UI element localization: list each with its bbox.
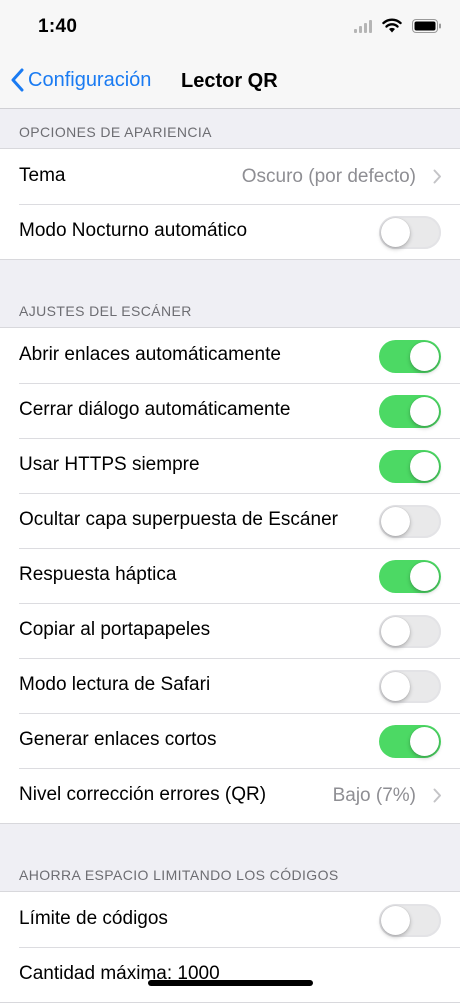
settings-group-code-limit: Límite de códigos Cantidad máxima: 1000 [0, 892, 460, 1003]
setting-row-always-https: Usar HTTPS siempre [0, 438, 460, 493]
battery-icon [412, 18, 442, 33]
toggle-knob [410, 562, 439, 591]
toggle-switch[interactable] [379, 904, 441, 937]
toggle-knob [410, 397, 439, 426]
setting-label: Nivel corrección errores (QR) [19, 784, 267, 805]
section-header-scanner: AJUSTES DEL ESCÁNER [0, 288, 460, 328]
toggle-switch[interactable] [379, 615, 441, 648]
home-indicator[interactable] [148, 980, 313, 986]
setting-row-hide-scanner-overlay: Ocultar capa superpuesta de Escáner [0, 493, 460, 548]
setting-label: Generar enlaces cortos [19, 729, 217, 750]
setting-row-auto-open-links: Abrir enlaces automáticamente [0, 328, 460, 383]
toggle-switch[interactable] [379, 725, 441, 758]
setting-label: Límite de códigos [19, 908, 168, 929]
status-bar: 1:40 [0, 0, 460, 56]
setting-row-theme[interactable]: Tema Oscuro (por defecto) [0, 149, 460, 204]
setting-label: Modo Nocturno automático [19, 220, 248, 241]
setting-row-safari-reader-mode: Modo lectura de Safari [0, 658, 460, 713]
chevron-left-icon [11, 68, 24, 92]
setting-label: Abrir enlaces automáticamente [19, 344, 281, 365]
setting-label: Tema [19, 165, 66, 186]
setting-row-haptic-feedback: Respuesta háptica [0, 548, 460, 603]
toggle-switch[interactable] [379, 560, 441, 593]
setting-label: Cerrar diálogo automáticamente [19, 399, 291, 420]
setting-label: Ocultar capa superpuesta de Escáner [19, 509, 338, 530]
setting-label: Respuesta háptica [19, 564, 177, 585]
toggle-knob [410, 452, 439, 481]
setting-value: Bajo (7%) [332, 785, 416, 806]
toggle-knob [381, 617, 410, 646]
toggle-switch[interactable] [379, 216, 441, 249]
toggle-switch[interactable] [379, 450, 441, 483]
setting-row-short-links: Generar enlaces cortos [0, 713, 460, 768]
setting-value: Oscuro (por defecto) [241, 166, 416, 187]
setting-row-code-limit: Límite de códigos [0, 892, 460, 947]
toggle-knob [381, 218, 410, 247]
toggle-knob [381, 906, 410, 935]
back-button-label: Configuración [28, 68, 152, 91]
setting-label: Usar HTTPS siempre [19, 454, 200, 475]
settings-group-scanner: Abrir enlaces automáticamente Cerrar diá… [0, 328, 460, 824]
navigation-bar: Configuración Lector QR [0, 56, 460, 109]
cellular-signal-icon [354, 19, 372, 33]
toggle-knob [410, 342, 439, 371]
toggle-knob [381, 507, 410, 536]
chevron-right-icon [433, 788, 441, 803]
setting-row-copy-to-clipboard: Copiar al portapapeles [0, 603, 460, 658]
status-icons [354, 18, 442, 33]
toggle-knob [381, 672, 410, 701]
chevron-right-icon [433, 169, 441, 184]
back-button[interactable]: Configuración [10, 68, 151, 92]
settings-group-appearance: Tema Oscuro (por defecto) Modo Nocturno … [0, 149, 460, 260]
toggle-switch[interactable] [379, 505, 441, 538]
toggle-switch[interactable] [379, 670, 441, 703]
page-title: Lector QR [181, 70, 278, 92]
status-time: 1:40 [38, 16, 78, 37]
setting-label: Copiar al portapapeles [19, 619, 211, 640]
wifi-icon [382, 18, 402, 33]
toggle-switch[interactable] [379, 395, 441, 428]
setting-row-auto-close-dialog: Cerrar diálogo automáticamente [0, 383, 460, 438]
section-header-appearance: OPCIONES DE APARIENCIA [0, 109, 460, 149]
setting-row-auto-night-mode: Modo Nocturno automático [0, 204, 460, 259]
section-header-code-limit: AHORRA ESPACIO LIMITANDO LOS CÓDIGOS [0, 852, 460, 892]
toggle-switch[interactable] [379, 340, 441, 373]
settings-list: OPCIONES DE APARIENCIA Tema Oscuro (por … [0, 109, 460, 1003]
setting-row-error-correction[interactable]: Nivel corrección errores (QR) Bajo (7%) [0, 768, 460, 823]
toggle-knob [410, 727, 439, 756]
setting-row-max-quantity[interactable]: Cantidad máxima: 1000 [0, 947, 460, 1002]
setting-label: Modo lectura de Safari [19, 674, 211, 695]
